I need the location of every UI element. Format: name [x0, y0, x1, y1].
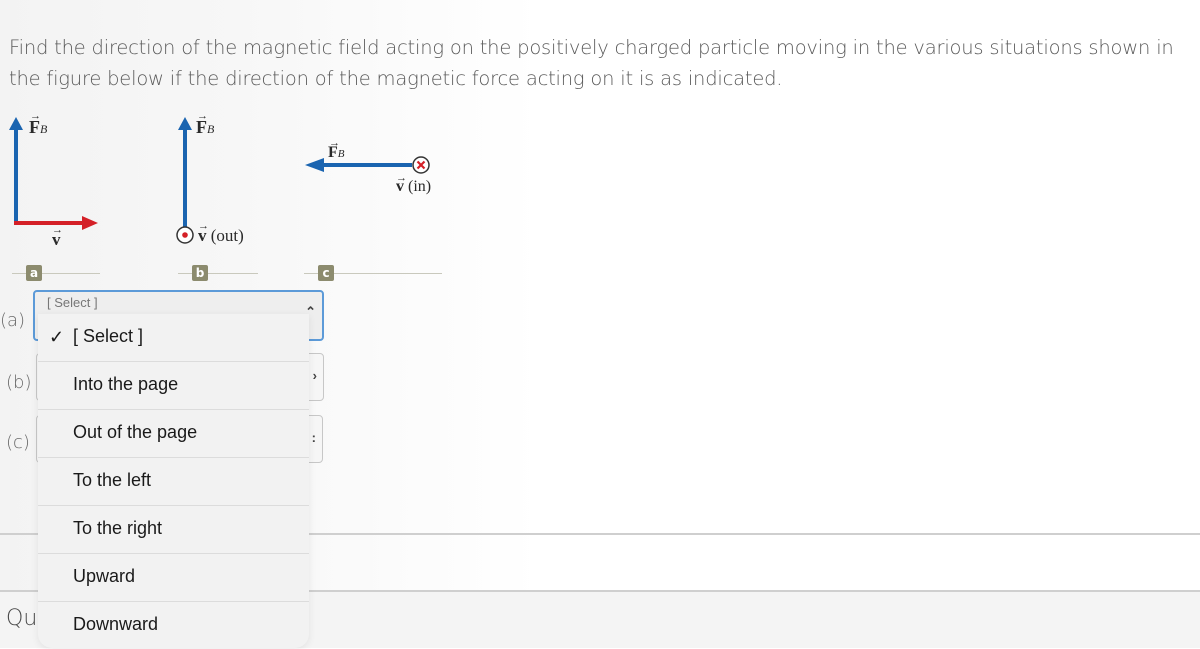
- select-a-value: [ Select ]: [47, 295, 98, 310]
- force-arrowhead-b: [178, 117, 192, 130]
- chevron-icon: :: [311, 430, 316, 445]
- dropdown-option-into-page[interactable]: Into the page: [38, 362, 309, 410]
- force-label-b: → FB: [196, 110, 215, 138]
- force-label-a: → FB: [29, 110, 48, 138]
- dropdown-option-out-of-page[interactable]: Out of the page: [38, 410, 309, 458]
- dropdown-option-left[interactable]: To the left: [38, 458, 309, 506]
- panel-label-a: a: [26, 265, 42, 281]
- part-label-b: (b): [6, 372, 32, 393]
- velocity-label-c: → v (in): [396, 172, 432, 196]
- next-question-heading: Qu: [6, 606, 38, 631]
- chevron-icon: ›: [312, 368, 317, 383]
- part-label-a: (a): [0, 310, 26, 331]
- dropdown-option-downward[interactable]: Downward: [38, 602, 309, 649]
- question-text: Find the direction of the magnetic field…: [9, 36, 1174, 90]
- physics-figure: → FB → v → FB → v (out) → FB → v (in) a b c: [0, 100, 460, 290]
- velocity-label-a: → v: [52, 224, 63, 250]
- panel-label-b: b: [192, 265, 208, 281]
- velocity-label-b: → v (out): [198, 220, 244, 246]
- panel-divider-b: [178, 273, 258, 274]
- force-arrowhead-c: [305, 158, 324, 172]
- force-arrowhead-a: [9, 117, 23, 130]
- force-label-c: → FB: [328, 137, 345, 162]
- dropdown-option-right[interactable]: To the right: [38, 506, 309, 554]
- panel-label-c: c: [318, 265, 334, 281]
- dropdown-option-upward[interactable]: Upward: [38, 554, 309, 602]
- checkmark-icon: ✓: [49, 327, 65, 347]
- dropdown-option-select[interactable]: ✓ [ Select ]: [38, 314, 309, 362]
- figure-drawing: [9, 117, 430, 244]
- direction-dropdown-menu[interactable]: ✓ [ Select ] Into the page Out of the pa…: [38, 314, 309, 648]
- part-label-c: (c): [6, 432, 30, 453]
- velocity-arrowhead-a: [82, 216, 98, 230]
- velocity-out-dot-b: [182, 232, 188, 238]
